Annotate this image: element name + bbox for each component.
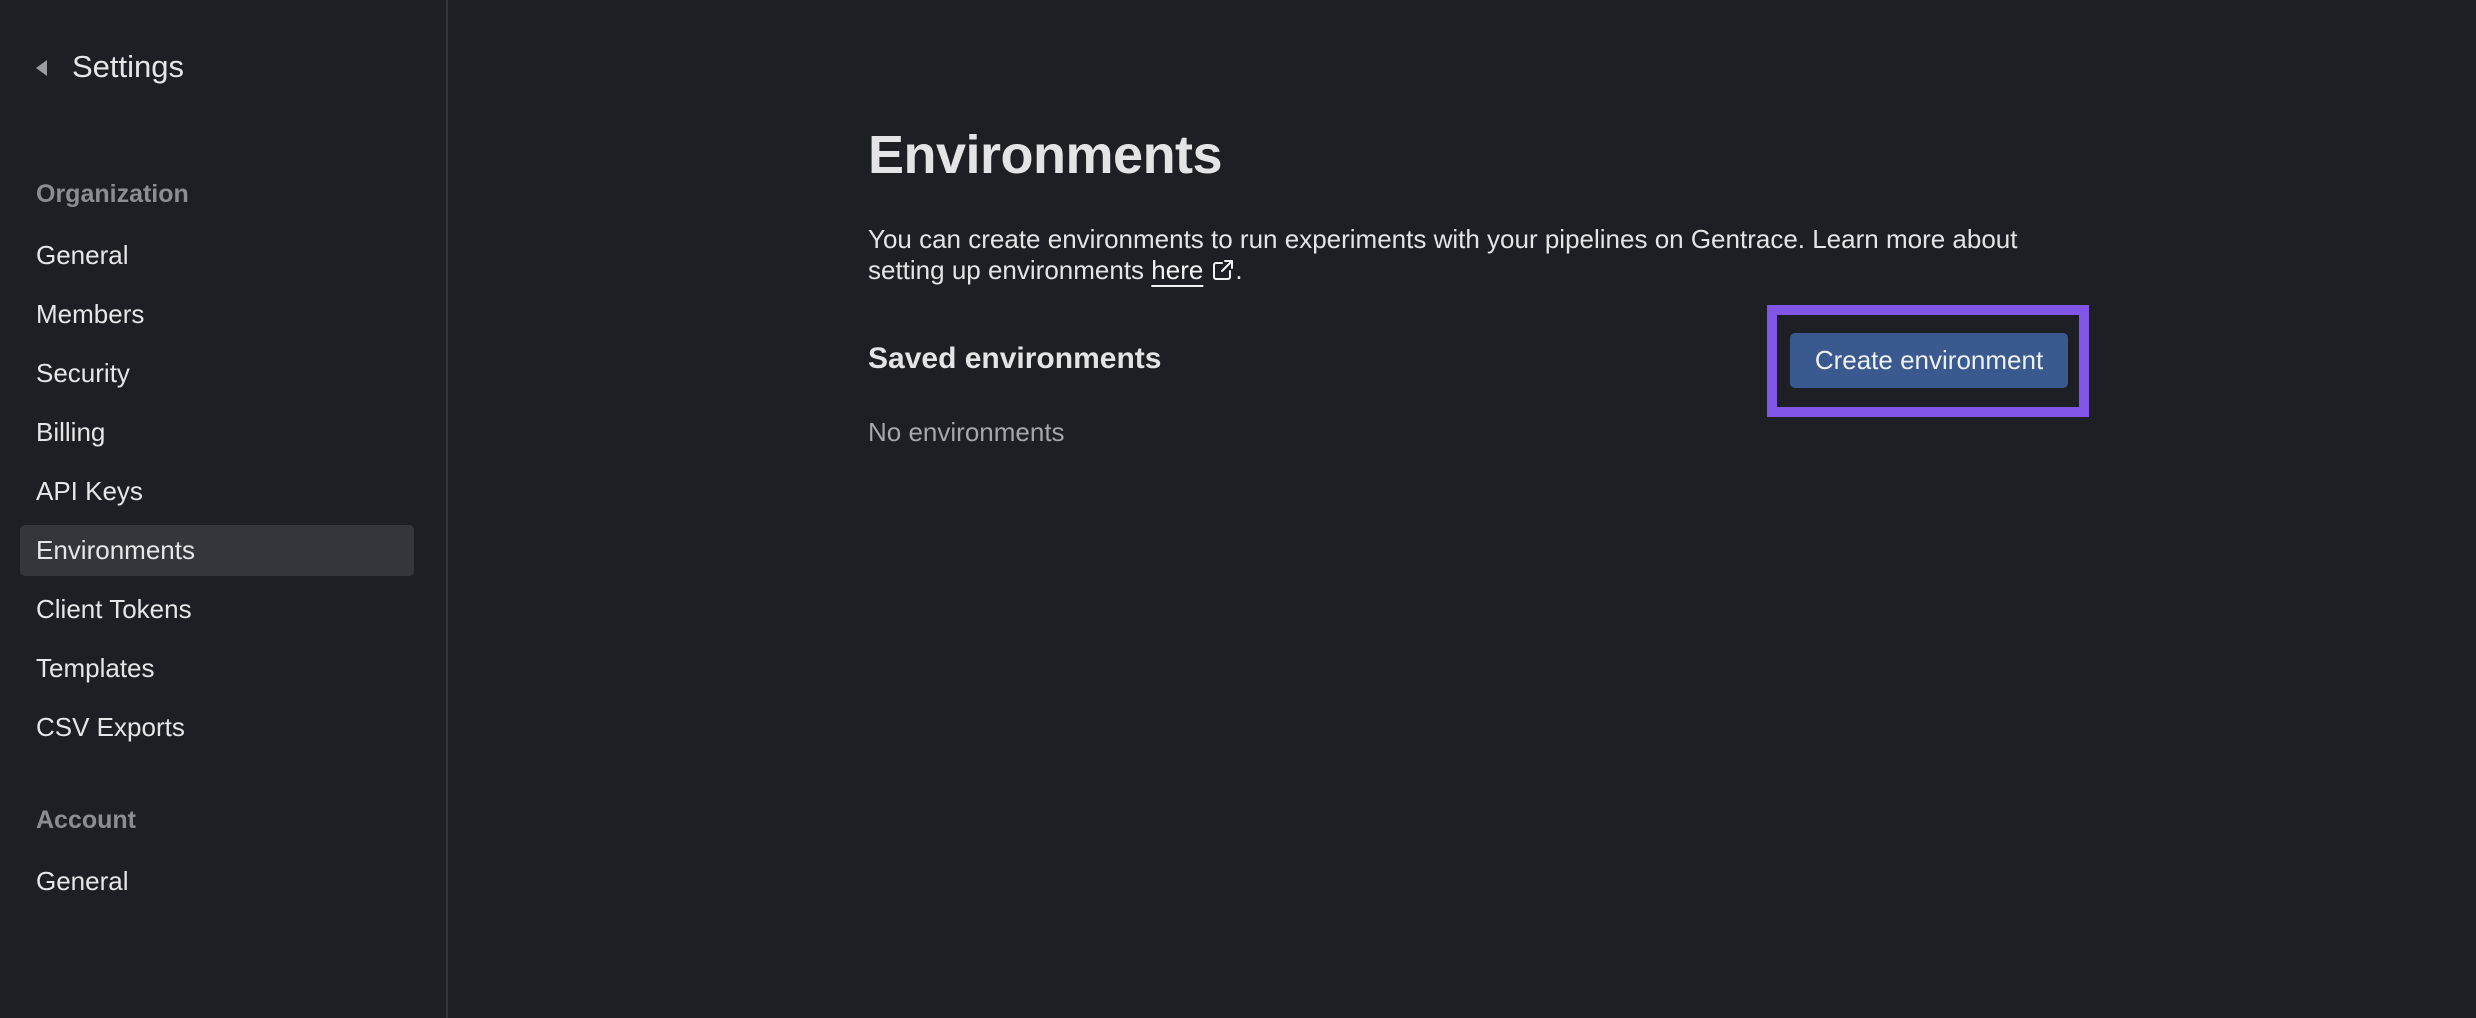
sidebar-item-templates[interactable]: Templates bbox=[20, 643, 414, 694]
page-title: Environments bbox=[868, 125, 1223, 185]
external-link-icon bbox=[1213, 260, 1234, 280]
sidebar-title: Settings bbox=[72, 49, 185, 84]
sidebar-item-members[interactable]: Members bbox=[20, 289, 414, 340]
sidebar-item-csv-exports[interactable]: CSV Exports bbox=[20, 702, 414, 753]
settings-sidebar: Settings Organization General Members Se… bbox=[0, 0, 448, 1018]
page-description: You can create environments to run exper… bbox=[868, 224, 2068, 286]
back-to-settings[interactable]: Settings bbox=[36, 49, 185, 84]
back-caret-icon bbox=[36, 59, 47, 76]
saved-environments-heading: Saved environments bbox=[868, 342, 1162, 375]
sidebar-item-account-general[interactable]: General bbox=[20, 856, 414, 907]
description-end: . bbox=[1235, 255, 1243, 285]
sidebar-item-client-tokens[interactable]: Client Tokens bbox=[20, 584, 414, 635]
sidebar-item-label: Members bbox=[36, 299, 145, 329]
section-label-organization: Organization bbox=[36, 180, 189, 208]
description-text: You can create environments to run exper… bbox=[868, 224, 2018, 285]
sidebar-item-label: Templates bbox=[36, 653, 155, 683]
sidebar-item-general[interactable]: General bbox=[20, 230, 414, 281]
sidebar-item-billing[interactable]: Billing bbox=[20, 407, 414, 458]
create-environment-button[interactable]: Create environment bbox=[1790, 333, 2068, 388]
sidebar-item-label: General bbox=[36, 240, 129, 270]
sidebar-item-api-keys[interactable]: API Keys bbox=[20, 466, 414, 517]
section-label-account: Account bbox=[36, 806, 136, 834]
sidebar-item-security[interactable]: Security bbox=[20, 348, 414, 399]
sidebar-item-label: Billing bbox=[36, 417, 106, 447]
sidebar-item-label: Environments bbox=[36, 535, 195, 565]
sidebar-item-environments[interactable]: Environments bbox=[20, 525, 414, 576]
sidebar-item-label: Client Tokens bbox=[36, 594, 192, 624]
docs-link-label: here bbox=[1151, 255, 1204, 285]
sidebar-item-label: General bbox=[36, 866, 129, 896]
sidebar-item-label: Security bbox=[36, 358, 130, 388]
sidebar-item-label: API Keys bbox=[36, 476, 143, 506]
sidebar-item-label: CSV Exports bbox=[36, 712, 185, 742]
empty-state-text: No environments bbox=[868, 417, 1065, 447]
docs-link[interactable]: here bbox=[1151, 255, 1235, 285]
